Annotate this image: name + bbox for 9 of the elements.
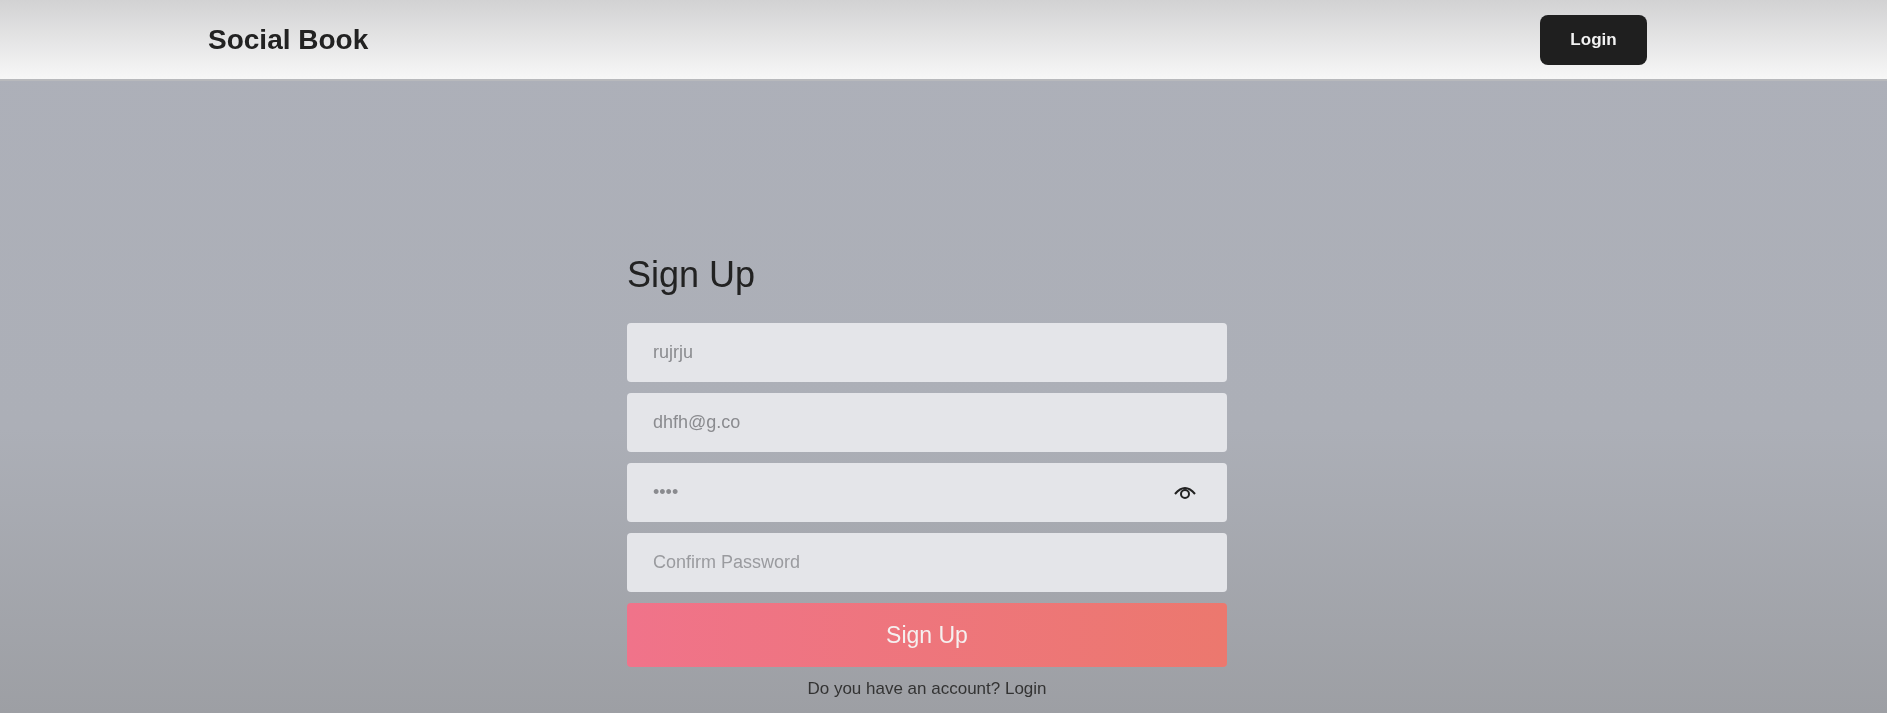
login-button[interactable]: Login xyxy=(1540,14,1647,65)
password-field[interactable]: •••• xyxy=(627,463,1227,522)
site-title: Social Book xyxy=(208,23,369,56)
input-field[interactable]: rujrju xyxy=(627,323,1227,382)
sign-up-button[interactable]: Sign Up xyxy=(627,603,1227,667)
login-prompt: Do you have an account? Login xyxy=(807,679,1047,699)
input-field[interactable]: Confirm Password xyxy=(627,533,1227,592)
form-heading: Sign Up xyxy=(627,253,757,297)
input-field[interactable]: dhfh@g.co xyxy=(627,393,1227,452)
